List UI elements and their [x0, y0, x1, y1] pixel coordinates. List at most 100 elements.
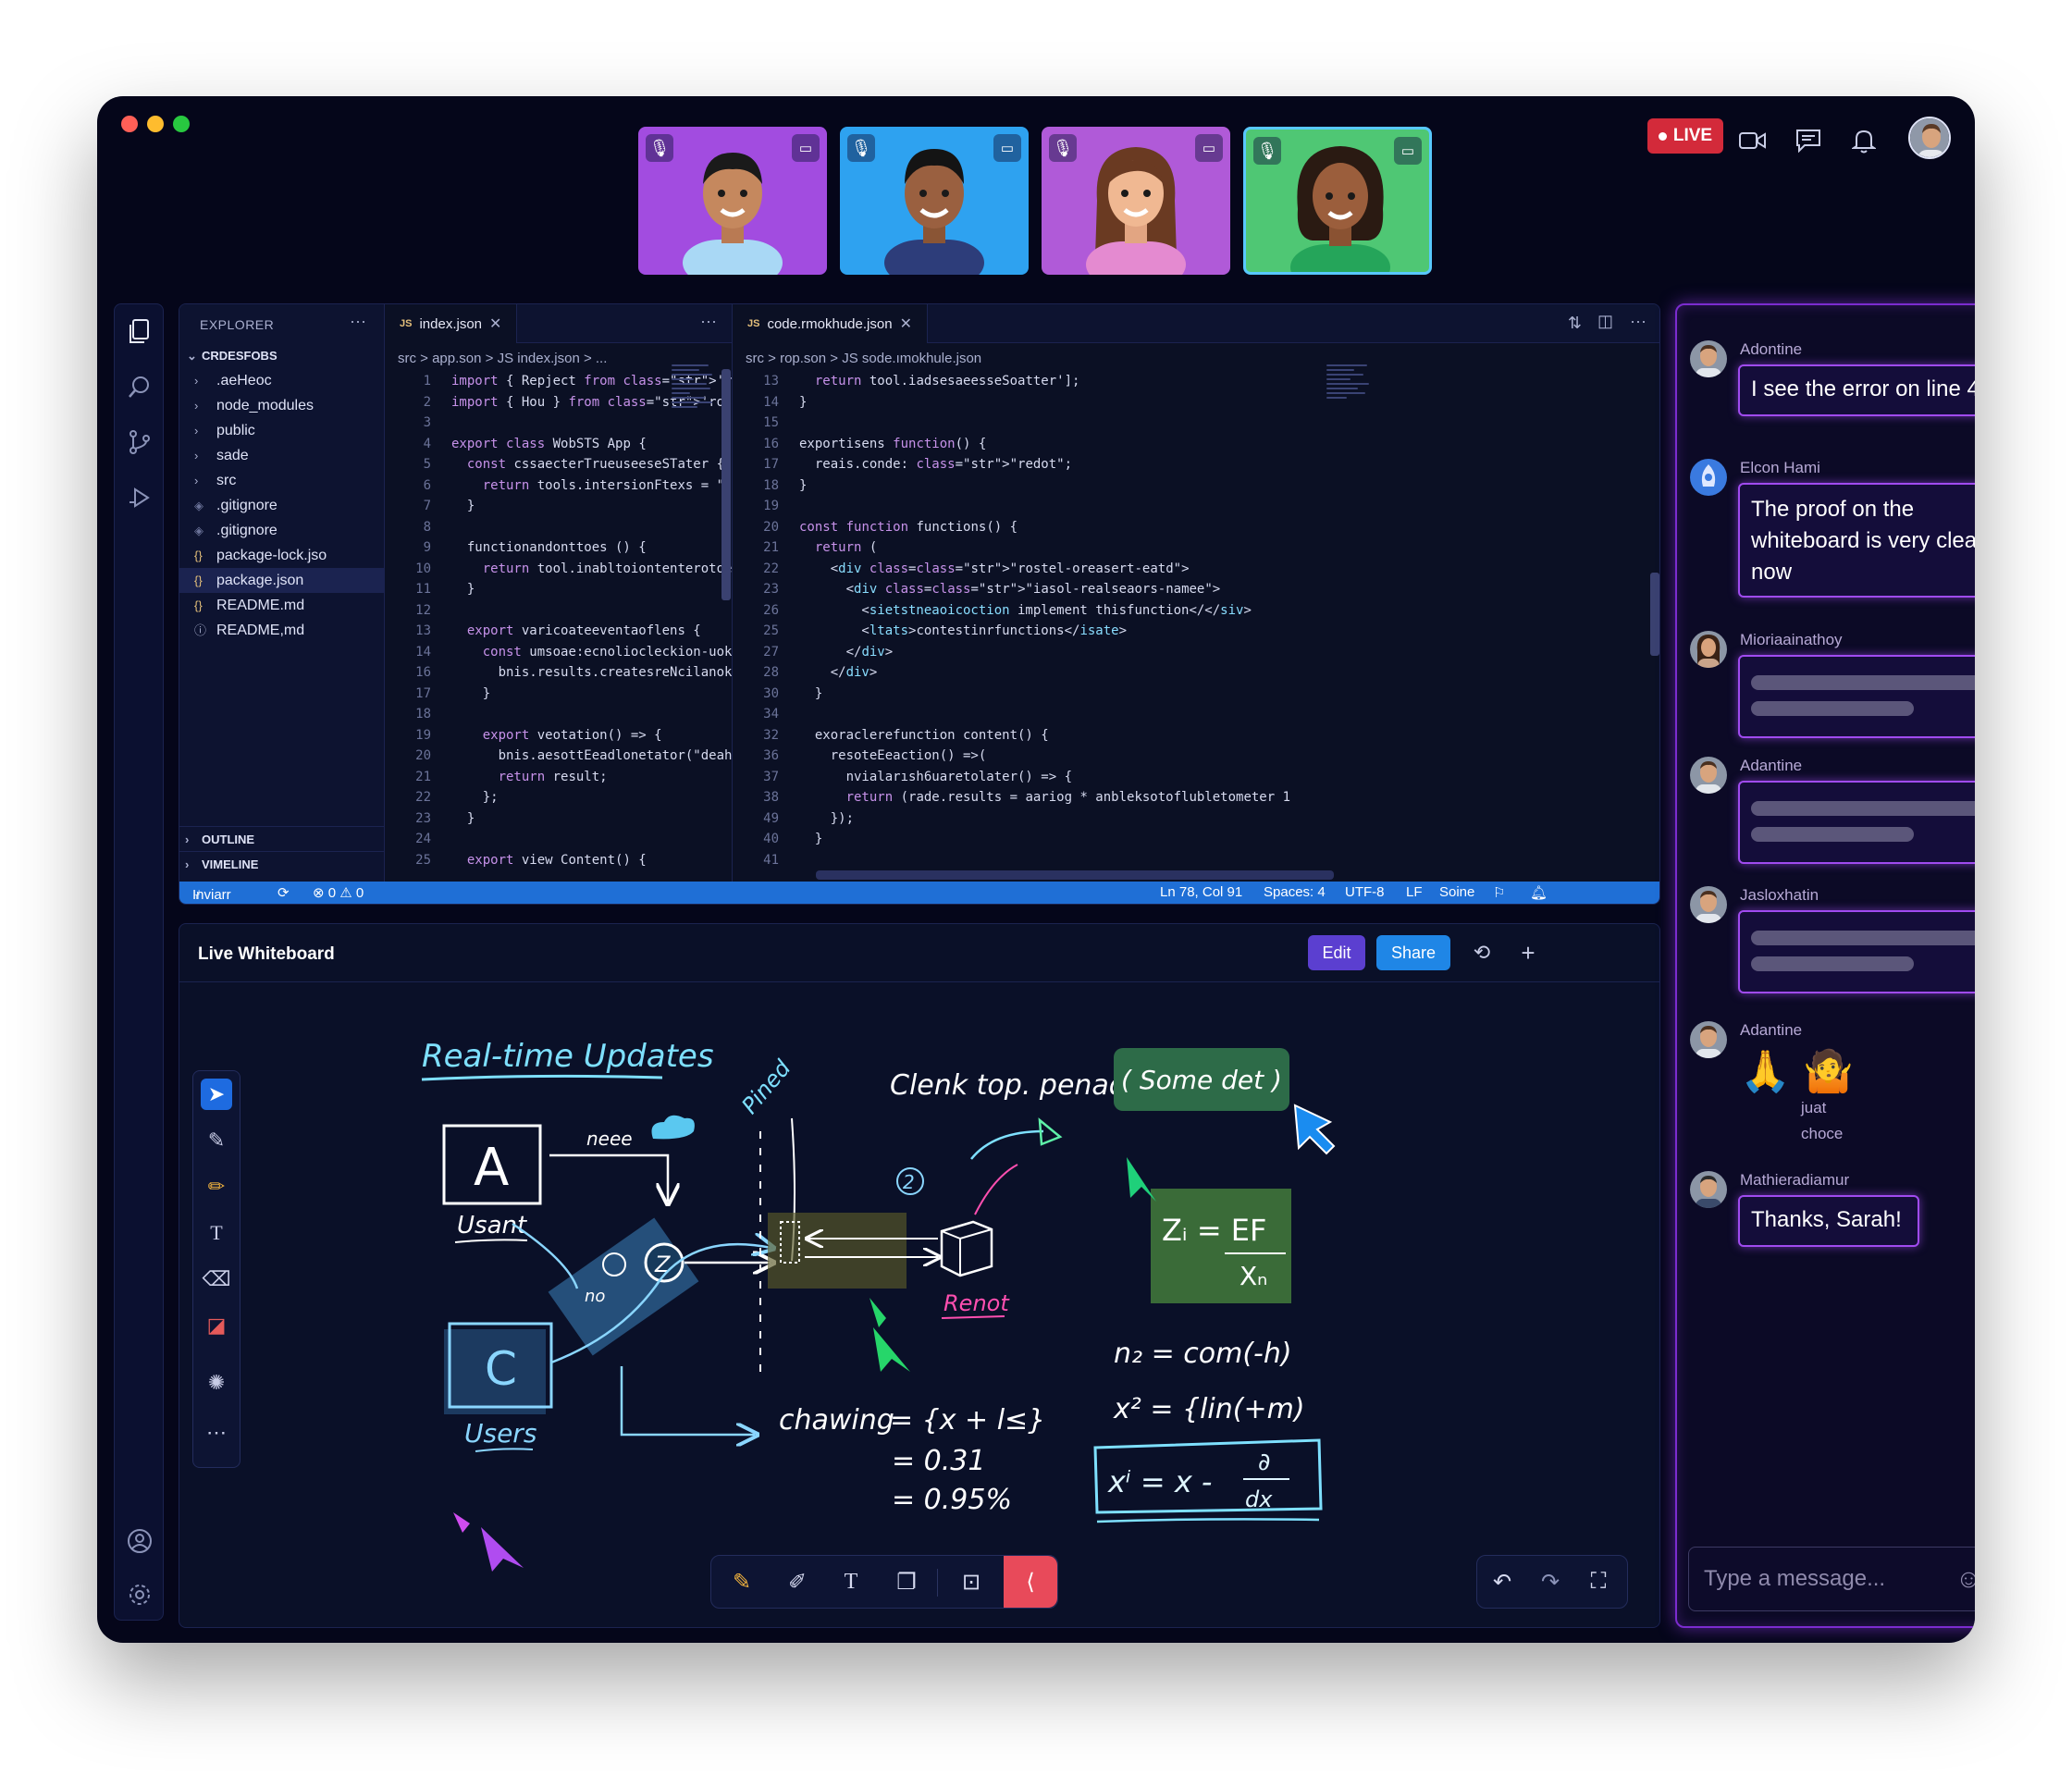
more-actions-icon[interactable]: ···	[350, 312, 366, 331]
collaborator-cursor-green-2	[873, 1327, 910, 1372]
encoding-status[interactable]: UTF-8	[1345, 884, 1385, 900]
code-line: return result;	[498, 769, 608, 784]
message-input[interactable]: Type a message... ☺	[1688, 1547, 1975, 1611]
avatar	[1690, 886, 1727, 923]
tree-folder[interactable]: › .aeHeoc	[179, 368, 385, 393]
label-neee: neee	[586, 1128, 633, 1150]
account-icon[interactable]	[126, 1527, 154, 1555]
search-icon[interactable]	[126, 373, 154, 401]
split-editor-icon[interactable]: ◫	[1597, 312, 1613, 331]
image-frame-icon[interactable]: ⊡	[944, 1556, 998, 1608]
compare-changes-icon[interactable]: ⇅	[1568, 314, 1582, 333]
feedback-icon[interactable]: ⚐	[1493, 884, 1505, 901]
close-tab-icon[interactable]: ✕	[489, 314, 501, 333]
tree-file[interactable]: ◈ .gitignore	[179, 493, 385, 518]
sender-name: Adontine	[1740, 340, 1803, 358]
line-number: 19	[763, 499, 779, 513]
camera-icon[interactable]: ▭	[1195, 134, 1223, 162]
tab-code-json[interactable]: JS code.rmokhude.json ✕	[733, 304, 928, 343]
message-bubble: The proof on the whiteboard is very clea…	[1738, 483, 1975, 598]
close-tab-icon[interactable]: ✕	[900, 314, 912, 333]
chawing-equation: = {x + l≤}	[890, 1404, 1045, 1437]
participant-video-4-active-speaker[interactable]: 🎙 ▭	[1243, 127, 1432, 275]
tree-folder[interactable]: › node_modules	[179, 393, 385, 418]
mic-icon[interactable]: 🎙	[847, 134, 875, 162]
outline-section[interactable]: › OUTLINE	[179, 826, 385, 851]
tree-folder[interactable]: › src	[179, 468, 385, 493]
fullscreen-icon[interactable]: ⛶	[1573, 1556, 1623, 1608]
more-actions-icon[interactable]: ···	[1630, 312, 1646, 331]
files-icon[interactable]	[126, 317, 154, 345]
tree-file[interactable]: ◈ .gitignore	[179, 518, 385, 543]
eol-status[interactable]: LF	[1406, 884, 1423, 900]
minimap[interactable]	[672, 362, 720, 584]
copy-icon[interactable]: ❐	[880, 1556, 933, 1608]
notification-bell-icon[interactable]	[1847, 124, 1881, 157]
cursor-position[interactable]: Ln 78, Col 91	[1160, 884, 1242, 900]
source-control-icon[interactable]	[126, 428, 154, 456]
message-bubble-loading	[1738, 655, 1975, 738]
share-button[interactable]: Share	[1376, 935, 1450, 970]
tree-file[interactable]: ⓘ README,md	[179, 618, 385, 643]
redo-icon[interactable]: ↷	[1525, 1556, 1575, 1608]
run-debug-icon[interactable]	[126, 484, 154, 512]
settings-gear-icon[interactable]	[126, 1581, 154, 1609]
tree-root-folder[interactable]: ⌄ CRDESFOBS	[179, 343, 385, 368]
timeline-section[interactable]: › VIMELINE	[179, 851, 385, 876]
tree-file[interactable]: {} package-lock.jso	[179, 543, 385, 568]
user-avatar[interactable]	[1908, 117, 1951, 159]
sync-icon[interactable]: ⟳	[278, 884, 290, 901]
scrollbar[interactable]	[722, 369, 731, 600]
close-window-button[interactable]	[121, 116, 138, 132]
minimap[interactable]	[1326, 362, 1375, 584]
add-icon[interactable]: +	[1511, 935, 1545, 970]
horizontal-scrollbar[interactable]	[816, 870, 1334, 880]
equation-3: xⁱ = x -	[1107, 1464, 1212, 1499]
pen-icon[interactable]: ✐	[771, 1556, 824, 1608]
equation-1: n₂ = com(-h)	[1114, 1338, 1292, 1370]
share-icon[interactable]: ⟨	[1004, 1556, 1057, 1608]
mic-icon[interactable]: 🎙	[1049, 134, 1077, 162]
reaction-emoji[interactable]: 🙏	[1740, 1047, 1791, 1095]
notification-bell-icon[interactable]: 🔔︎	[1530, 884, 1548, 901]
tree-file[interactable]: {} README.md	[179, 593, 385, 618]
indentation-status[interactable]: Spaces: 4	[1264, 884, 1326, 900]
step-label: 2	[903, 1171, 915, 1193]
sync-icon[interactable]: ⟲	[1465, 935, 1498, 970]
mic-icon[interactable]: 🎙	[1253, 137, 1281, 165]
emoji-icon[interactable]: ☺	[1955, 1564, 1975, 1594]
code-editor: EXPLORER ··· ⌄ CRDESFOBS › .aeHeoc › node_mod…	[179, 303, 1660, 905]
participant-video-1[interactable]: 🎙 ▭	[638, 127, 827, 275]
tree-file[interactable]: {} package.json	[179, 568, 385, 593]
line-number: 26	[763, 602, 779, 618]
tree-folder[interactable]: › public	[179, 418, 385, 443]
cloud-shape	[651, 1115, 695, 1140]
screen-share-icon[interactable]: ▭	[1394, 137, 1422, 165]
problems-status[interactable]: ⊗ 0 ⚠ 0	[313, 884, 364, 901]
maximize-window-button[interactable]	[173, 116, 190, 132]
tab-index-json[interactable]: JS index.json ✕	[385, 304, 518, 343]
minimize-window-button[interactable]	[147, 116, 164, 132]
reaction-emoji[interactable]: 🤷	[1803, 1047, 1854, 1095]
mic-icon[interactable]: 🎙	[646, 134, 673, 162]
edit-button[interactable]: Edit	[1308, 935, 1365, 970]
code-line: }	[451, 685, 491, 701]
language-status[interactable]: Soine	[1439, 884, 1474, 900]
whiteboard-canvas[interactable]: Real-time Updates A Usant neee no Z C Us…	[179, 983, 1659, 1603]
participant-video-3[interactable]: 🎙 ▭	[1042, 127, 1230, 275]
line-number: 20	[415, 748, 431, 763]
marker-icon[interactable]: ✎	[715, 1556, 769, 1608]
tree-folder[interactable]: › sade	[179, 443, 385, 468]
equation-3-num: ∂	[1258, 1449, 1270, 1476]
text-tool-icon[interactable]: T	[824, 1556, 878, 1608]
chat-icon[interactable]	[1792, 124, 1825, 157]
participant-video-2[interactable]: 🎙 ▭	[840, 127, 1029, 275]
collaborator-cursor-green	[1127, 1157, 1156, 1202]
scrollbar[interactable]	[1650, 573, 1659, 656]
video-camera-icon[interactable]	[1736, 124, 1770, 157]
camera-icon[interactable]: ▭	[792, 134, 820, 162]
more-actions-icon[interactable]: ···	[700, 312, 717, 331]
undo-icon[interactable]: ↶	[1477, 1556, 1527, 1608]
screen-share-icon[interactable]: ▭	[993, 134, 1021, 162]
line-number: 11	[415, 582, 431, 597]
